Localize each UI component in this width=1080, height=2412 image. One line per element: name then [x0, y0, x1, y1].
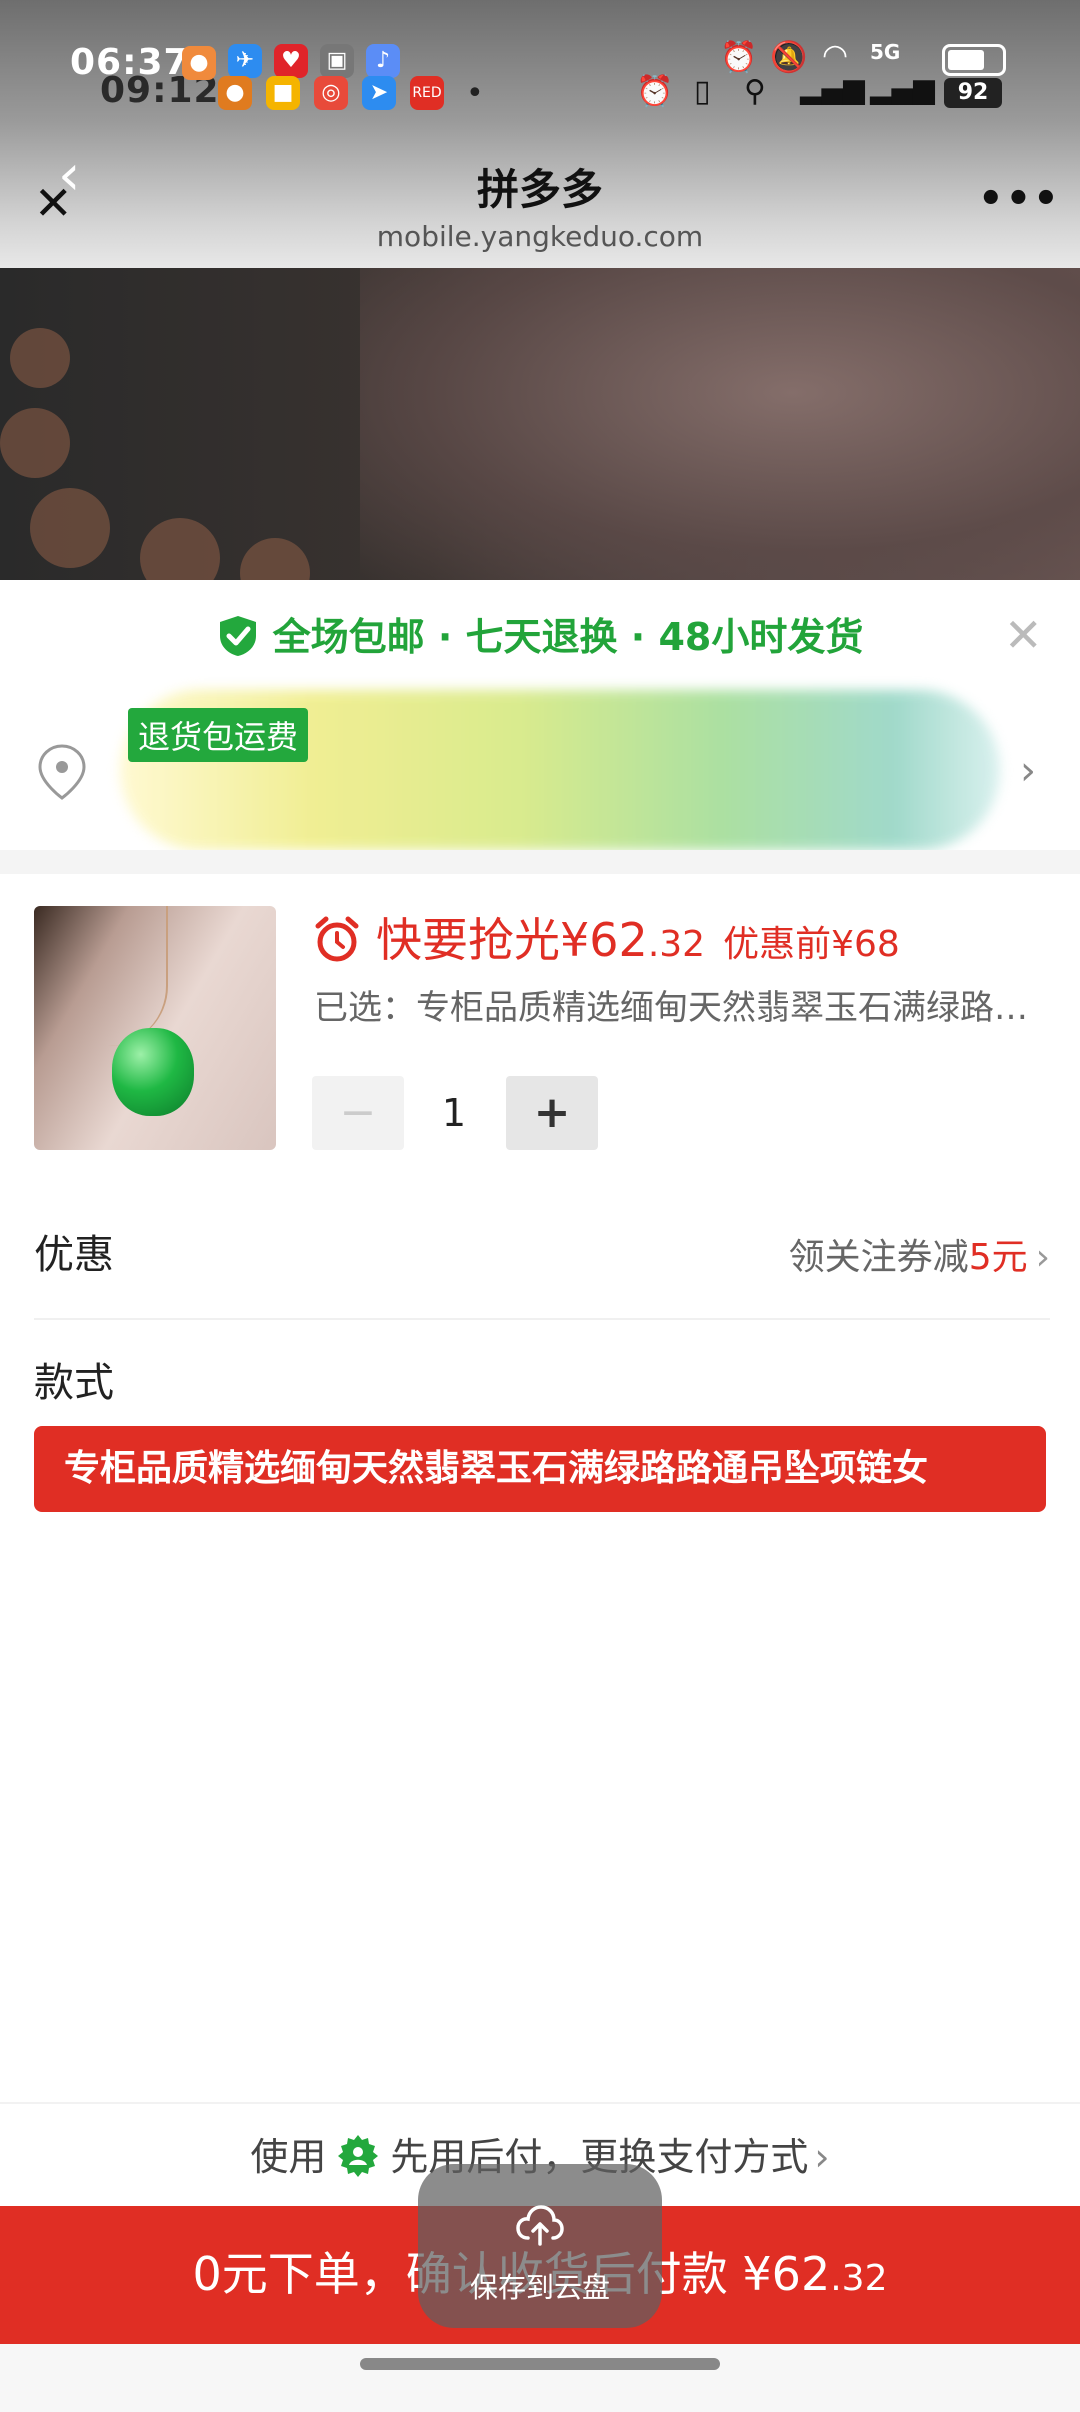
product-thumbnail[interactable]: [34, 906, 276, 1150]
gesture-area: [0, 2344, 1080, 2412]
buy-price-decimal: .32: [830, 2258, 888, 2299]
signal-icon: ▂▄▆: [800, 72, 865, 105]
payment-prefix: 使用: [250, 2135, 327, 2179]
price-line: 快要抢光¥62.32 优惠前¥68: [312, 904, 900, 970]
status-bar: 06:37 09:12 ● ✈ ♥ ▣ ♪ ● ■ ◎ ➤ RED • ⏰ 🔕 …: [0, 0, 1080, 150]
location-status-icon: ⚲: [744, 74, 766, 109]
shield-check-icon: [219, 616, 256, 656]
app-notification-icon: ➤: [362, 76, 396, 110]
app-notification-icon: ●: [182, 46, 216, 80]
save-to-cloud-button[interactable]: 保存到云盘: [418, 2164, 662, 2328]
service-guarantee: 全场包邮 · 七天退换 · 48小时发货: [0, 606, 1080, 661]
app-notification-icon: ✈: [228, 44, 262, 78]
divider: [0, 2102, 1080, 2104]
service-guarantee-text: 全场包邮 · 七天退换 · 48小时发货: [272, 615, 864, 659]
save-to-cloud-label: 保存到云盘: [469, 2271, 610, 2304]
chevron-right-icon[interactable]: ›: [1020, 748, 1036, 794]
quantity-increase-button[interactable]: +: [506, 1076, 598, 1150]
page-url: mobile.yangkeduo.com: [376, 220, 704, 253]
section-divider: [0, 850, 1080, 874]
vibrate-icon: ▯: [694, 74, 711, 109]
app-notification-icon: ♪: [366, 44, 400, 78]
chevron-right-icon: ›: [814, 2135, 830, 2179]
chevron-right-icon: ›: [1035, 1237, 1050, 1278]
page-title: 拼多多: [476, 165, 603, 214]
style-label: 款式: [34, 1360, 114, 1406]
divider: [34, 1318, 1050, 1320]
app-notification-icon: ◎: [314, 76, 348, 110]
location-icon: [38, 744, 86, 800]
price-integer: 62: [589, 913, 648, 967]
coupon-text: 领关注券减: [788, 1237, 969, 1278]
coupon-link[interactable]: 领关注券减5元 ›: [789, 1228, 1050, 1280]
coupon-label: 优惠: [34, 1232, 114, 1278]
style-option-button[interactable]: 专柜品质精选缅甸天然翡翠玉石满绿路路通吊坠项链女: [34, 1426, 1046, 1512]
product-image-backdrop: [0, 268, 1080, 608]
banner-close-icon[interactable]: ✕: [1004, 612, 1043, 658]
alarm-status-icon: ⏰: [636, 74, 674, 109]
selected-variant: 已选：专柜品质精选缅甸天然翡翠玉石满绿路路通吊坠项链: [314, 988, 1044, 1028]
original-price: 优惠前¥68: [723, 924, 900, 965]
top-header: 06:37 09:12 ● ✈ ♥ ▣ ♪ ● ■ ◎ ➤ RED • ⏰ 🔕 …: [0, 0, 1080, 268]
wifi-icon: ◠: [822, 38, 849, 73]
app-notification-icon: ●: [218, 76, 252, 110]
quantity-decrease-button[interactable]: −: [312, 1076, 404, 1150]
home-indicator[interactable]: [360, 2358, 720, 2370]
return-shipping-tag: 退货包运费: [128, 708, 309, 762]
app-notification-icon: ▣: [320, 44, 354, 78]
quantity-value: 1: [441, 1091, 467, 1135]
app-notification-icon: ♥: [274, 44, 308, 78]
cloud-upload-icon: [516, 2205, 564, 2246]
more-icon[interactable]: •••: [978, 176, 1061, 222]
dot-icon: •: [466, 76, 484, 111]
pay-later-icon: [338, 2135, 379, 2177]
battery-level: 92: [944, 78, 1002, 108]
network-type: 5G: [870, 40, 901, 64]
price-currency: ¥: [560, 913, 590, 967]
battery-icon: [942, 44, 1006, 76]
page: { "status_bar": { "time_primary": "06:37…: [0, 0, 1080, 2412]
signal-icon: ▂▄▆: [870, 72, 935, 105]
app-notification-icon: RED: [410, 76, 444, 110]
alarm-clock-icon: [315, 916, 359, 962]
price-decimal: .32: [647, 924, 706, 965]
mute-icon: 🔕: [770, 40, 808, 75]
coupon-amount: 5元: [968, 1237, 1028, 1278]
stock-status: 快要抢光: [376, 913, 560, 967]
alarm-status-icon: ⏰: [720, 40, 758, 75]
app-notification-icon: ■: [266, 76, 300, 110]
